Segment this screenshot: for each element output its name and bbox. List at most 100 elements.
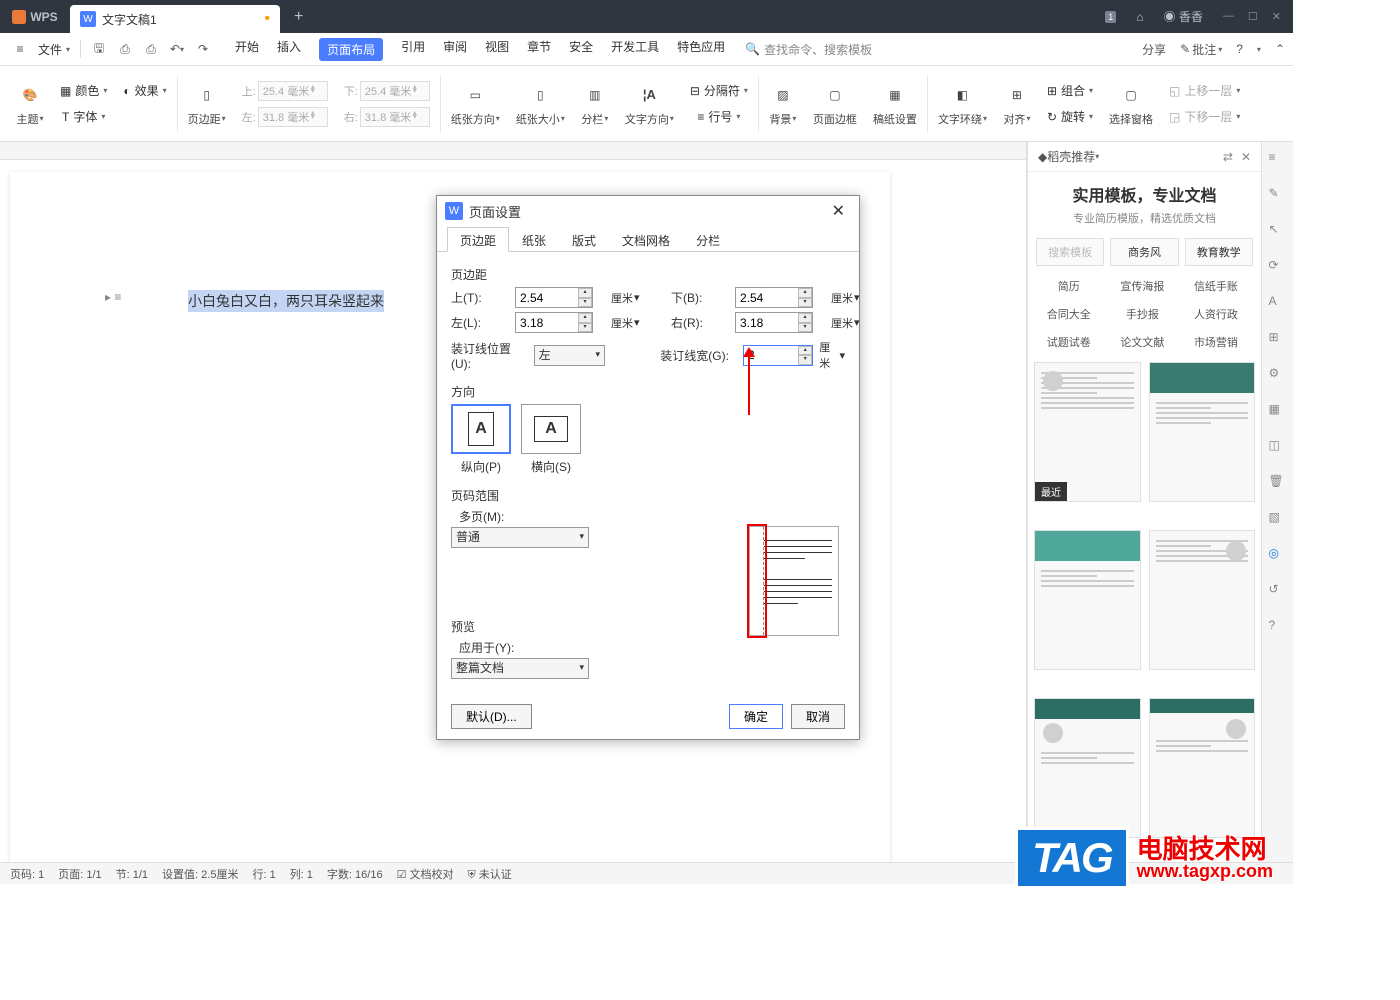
unit-left[interactable]: 厘米▾ (611, 315, 647, 331)
unit-right[interactable]: 厘米▾ (831, 315, 867, 331)
margins-button[interactable]: ▯ 页边距▾ (188, 81, 226, 127)
menu-icon[interactable]: ≡ (8, 37, 32, 61)
dialog-close-button[interactable]: ✕ (826, 201, 851, 221)
command-search[interactable]: 🔍 查找命令、搜索模板 (745, 41, 872, 58)
target-icon[interactable]: ◎ (1269, 546, 1287, 564)
margin-right-input[interactable]: 右:31.8 毫米 (344, 105, 430, 129)
tab-special[interactable]: 特色应用 (677, 38, 725, 61)
document-tab[interactable]: W 文字文稿1 • (70, 5, 280, 33)
image-icon[interactable]: ▧ (1269, 510, 1287, 528)
margin-top-input[interactable]: 上:25.4 毫米 (242, 79, 328, 103)
font-button[interactable]: T 字体▾ (62, 105, 105, 129)
horizontal-ruler[interactable] (0, 142, 1026, 160)
gallery-icon[interactable]: ▦ (1269, 402, 1287, 420)
document-text[interactable]: 小白兔白又白，两只耳朵竖起来 (188, 290, 384, 312)
close-window-icon[interactable]: ✕ (1272, 10, 1281, 23)
minimize-icon[interactable]: — (1223, 10, 1234, 23)
edit-icon[interactable]: ✎ (1269, 186, 1287, 204)
search-template-input[interactable]: 搜索模板 (1036, 238, 1104, 266)
tab-page-layout[interactable]: 页面布局 (319, 38, 383, 61)
cat-hr[interactable]: 人资行政 (1181, 302, 1251, 326)
orient-landscape[interactable]: A 横向(S) (521, 404, 581, 475)
tab-columns[interactable]: 分栏 (683, 227, 733, 252)
cat-market[interactable]: 市场营销 (1181, 330, 1251, 354)
margin-bottom-input[interactable]: 下:25.4 毫米 (344, 79, 430, 103)
tab-business[interactable]: 商务风 (1110, 238, 1178, 266)
hamburger-icon[interactable]: ≡ (1269, 150, 1287, 168)
orient-portrait[interactable]: A 纵向(P) (451, 404, 511, 475)
template-thumb[interactable]: 最近 (1034, 362, 1141, 502)
shapes-icon[interactable]: ◫ (1269, 438, 1287, 456)
tab-doc-grid[interactable]: 文档网格 (609, 227, 683, 252)
template-thumb[interactable] (1034, 530, 1141, 670)
template-thumb[interactable] (1034, 698, 1141, 838)
selection-pane-button[interactable]: ▢选择窗格 (1109, 81, 1153, 127)
select-gutter-pos[interactable]: 左 (534, 345, 605, 366)
convert-icon[interactable]: ⟳ (1269, 258, 1287, 276)
tab-margins[interactable]: 页边距 (447, 227, 509, 252)
table-icon[interactable]: ⊞ (1269, 330, 1287, 348)
text-icon[interactable]: A (1269, 294, 1287, 312)
page-border-button[interactable]: ▢页面边框 (813, 81, 857, 127)
text-wrap-button[interactable]: ◧文字环绕▾ (938, 81, 987, 127)
undo-icon[interactable]: ↶▾ (165, 37, 189, 61)
status-page-of[interactable]: 页面: 1/1 (58, 866, 101, 882)
settings-icon[interactable]: ⚙ (1269, 366, 1287, 384)
spin-down-icon[interactable]: ▾ (578, 298, 592, 308)
orientation-button[interactable]: ▭纸张方向▾ (451, 81, 500, 127)
status-section[interactable]: 节: 1/1 (116, 866, 148, 882)
trash-icon[interactable]: 🗑 (1269, 474, 1287, 492)
spin-up-icon[interactable]: ▴ (578, 288, 592, 298)
comment-button[interactable]: ✎批注▾ (1180, 41, 1222, 58)
redo-icon[interactable]: ↷ (191, 37, 215, 61)
dialog-titlebar[interactable]: W 页面设置 ✕ (437, 196, 859, 226)
tab-start[interactable]: 开始 (235, 38, 259, 61)
default-button[interactable]: 默认(D)... (451, 704, 532, 729)
cancel-button[interactable]: 取消 (791, 704, 845, 729)
theme-button[interactable]: 🎨 主题▾ (16, 81, 44, 127)
apps-icon[interactable]: ⌂ (1136, 10, 1143, 24)
tab-section[interactable]: 章节 (527, 38, 551, 61)
rotate-button[interactable]: ↻ 旋转▾ (1047, 105, 1093, 129)
share-button[interactable]: 分享 (1142, 41, 1166, 58)
draft-paper-button[interactable]: ▦稿纸设置 (873, 81, 917, 127)
help-icon[interactable]: ? (1236, 42, 1243, 56)
cat-contract[interactable]: 合同大全 (1034, 302, 1104, 326)
status-grammar[interactable]: ☑ 文档校对 (397, 866, 454, 882)
color-button[interactable]: ▦ 颜色▾ (60, 79, 107, 103)
effect-button[interactable]: ◐ 效果▾ (123, 79, 166, 103)
notification-badge[interactable]: 1 (1105, 11, 1116, 23)
user-avatar-icon[interactable]: ◉ 香香 (1164, 8, 1203, 25)
separator-button[interactable]: ⊟ 分隔符▾ (690, 79, 748, 103)
template-thumb[interactable] (1149, 530, 1256, 670)
tab-insert[interactable]: 插入 (277, 38, 301, 61)
tab-dev[interactable]: 开发工具 (611, 38, 659, 61)
background-button[interactable]: ▨背景▾ (769, 81, 797, 127)
template-thumb[interactable] (1149, 698, 1256, 838)
cat-exam[interactable]: 试题试卷 (1034, 330, 1104, 354)
tab-layout[interactable]: 版式 (559, 227, 609, 252)
maximize-icon[interactable]: ☐ (1248, 10, 1258, 23)
cat-handnote[interactable]: 手抄报 (1108, 302, 1178, 326)
tab-paper[interactable]: 纸张 (509, 227, 559, 252)
text-direction-button[interactable]: ¦A文字方向▾ (625, 81, 674, 127)
panel-menu-icon[interactable]: ⇄ (1223, 150, 1233, 164)
cat-letter[interactable]: 信纸手账 (1181, 274, 1251, 298)
print-icon[interactable]: ⎙ (139, 37, 163, 61)
tab-education[interactable]: 教育教学 (1185, 238, 1253, 266)
panel-close-icon[interactable]: ✕ (1241, 150, 1251, 164)
status-page-no[interactable]: 页码: 1 (10, 866, 44, 882)
tab-reference[interactable]: 引用 (401, 38, 425, 61)
unit-bottom[interactable]: 厘米▾ (831, 290, 867, 306)
cat-resume[interactable]: 简历 (1034, 274, 1104, 298)
print-preview-icon[interactable]: ⎙ (113, 37, 137, 61)
unit-top[interactable]: 厘米▾ (611, 290, 647, 306)
collapse-ribbon-icon[interactable]: ⌃ (1275, 42, 1285, 56)
template-thumb[interactable] (1149, 362, 1256, 502)
combine-button[interactable]: ⊞ 组合▾ (1047, 79, 1093, 103)
tab-security[interactable]: 安全 (569, 38, 593, 61)
history-icon[interactable]: ↺ (1269, 582, 1287, 600)
line-number-button[interactable]: ≡ 行号▾ (697, 105, 740, 129)
cat-paper[interactable]: 论文文献 (1108, 330, 1178, 354)
margin-left-input[interactable]: 左:31.8 毫米 (242, 105, 328, 129)
